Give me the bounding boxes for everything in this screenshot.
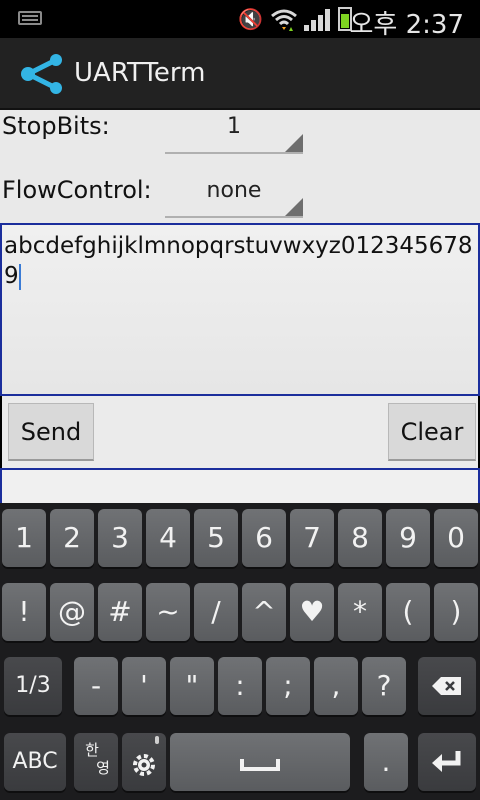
enter-key[interactable]	[418, 733, 476, 791]
clear-button[interactable]: Clear	[388, 403, 476, 461]
flowcontrol-label: FlowControl:	[2, 176, 152, 204]
status-bar: 🔇 오후 2:37	[0, 0, 480, 40]
key-at[interactable]: @	[50, 583, 94, 641]
key-hash[interactable]: #	[98, 583, 142, 641]
key-5[interactable]: 5	[194, 509, 238, 567]
key-dash[interactable]: -	[74, 657, 118, 715]
mute-icon: 🔇	[238, 7, 263, 31]
key-2[interactable]: 2	[50, 509, 94, 567]
stopbits-value: 1	[227, 114, 241, 139]
key-page-toggle[interactable]: 1/3	[4, 657, 62, 715]
flowcontrol-value: none	[206, 178, 262, 203]
key-open-paren[interactable]: (	[386, 583, 430, 641]
key-9[interactable]: 9	[386, 509, 430, 567]
signal-strength-icon	[304, 7, 332, 31]
key-comma[interactable]: ,	[314, 657, 358, 715]
wifi-icon	[270, 7, 298, 31]
flowcontrol-spinner[interactable]: none	[165, 176, 303, 218]
key-7[interactable]: 7	[290, 509, 334, 567]
key-apostrophe[interactable]: '	[122, 657, 166, 715]
dropdown-arrow-icon	[285, 134, 303, 152]
key-slash[interactable]: /	[194, 583, 238, 641]
key-exclamation[interactable]: !	[2, 583, 46, 641]
stopbits-label: StopBits:	[2, 112, 110, 140]
key-quote[interactable]: "	[170, 657, 214, 715]
mic-icon	[155, 736, 159, 744]
send-text-content: abcdefghijklmnopqrstuvwxyz0123456789	[4, 233, 473, 290]
action-bar: UARTTerm	[0, 38, 480, 110]
status-icons: 🔇	[238, 6, 352, 32]
enter-icon	[432, 751, 461, 772]
key-3[interactable]: 3	[98, 509, 142, 567]
send-button[interactable]: Send	[8, 403, 94, 461]
dropdown-arrow-icon	[285, 198, 303, 216]
key-period[interactable]: .	[364, 733, 408, 791]
share-icon[interactable]	[20, 54, 64, 94]
key-asterisk[interactable]: *	[338, 583, 382, 641]
key-caret[interactable]: ^	[242, 583, 286, 641]
status-time: 오후 2:37	[349, 10, 465, 40]
button-bar: Send Clear	[0, 396, 480, 468]
receive-text-field[interactable]	[0, 468, 480, 504]
app-title: UARTTerm	[74, 58, 206, 88]
lang-bottom-label: 영	[96, 759, 110, 777]
key-question[interactable]: ?	[362, 657, 406, 715]
key-semicolon[interactable]: ;	[266, 657, 310, 715]
text-cursor	[18, 263, 21, 290]
key-6[interactable]: 6	[242, 509, 286, 567]
key-abc[interactable]: ABC	[4, 733, 66, 791]
language-toggle-key[interactable]: 한 영	[74, 733, 118, 791]
backspace-icon	[432, 677, 461, 695]
key-4[interactable]: 4	[146, 509, 190, 567]
key-8[interactable]: 8	[338, 509, 382, 567]
settings-key[interactable]	[122, 733, 166, 791]
key-tilde[interactable]: ~	[146, 583, 190, 641]
space-key[interactable]	[170, 733, 350, 791]
stopbits-spinner[interactable]: 1	[165, 112, 303, 154]
key-1[interactable]: 1	[2, 509, 46, 567]
key-heart[interactable]: ♥	[290, 583, 334, 641]
key-colon[interactable]: :	[218, 657, 262, 715]
gear-icon	[133, 754, 155, 776]
backspace-key[interactable]	[418, 657, 476, 715]
space-bar-icon	[240, 759, 280, 771]
lang-top-label: 한	[85, 741, 99, 759]
key-close-paren[interactable]: )	[434, 583, 478, 641]
key-0[interactable]: 0	[434, 509, 478, 567]
keyboard-notification-icon	[18, 11, 42, 25]
send-text-field[interactable]: abcdefghijklmnopqrstuvwxyz0123456789	[0, 223, 480, 396]
soft-keyboard: 1 2 3 4 5 6 7 8 9 0 ! @ # ~ / ^ ♥ * ( ) …	[0, 503, 480, 800]
